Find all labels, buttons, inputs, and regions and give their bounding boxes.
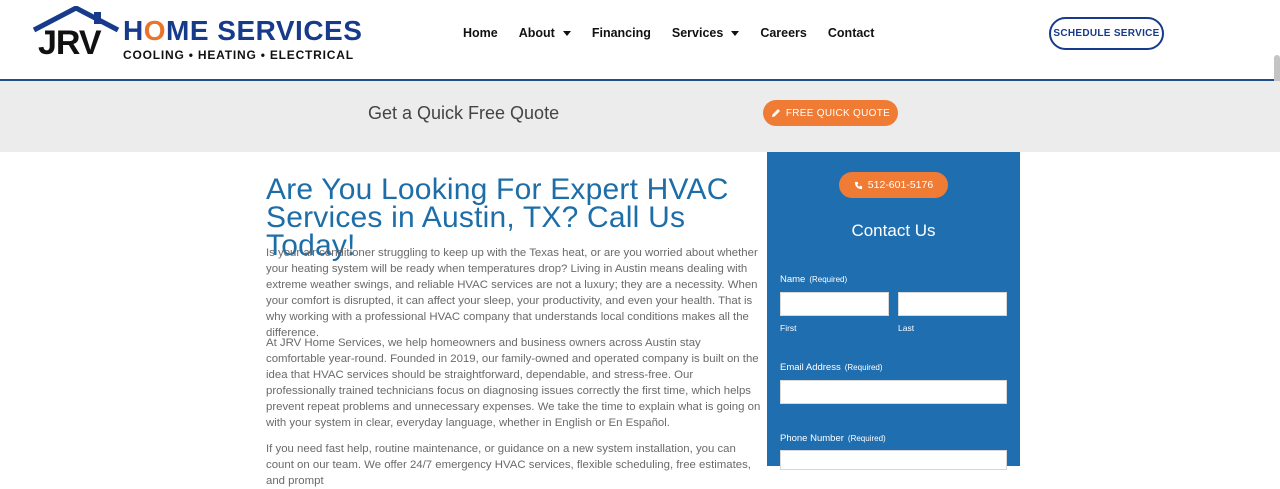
intro-paragraph: Is your air conditioner struggling to ke… — [266, 247, 758, 339]
nav-contact[interactable]: Contact — [828, 26, 875, 40]
phone-icon — [854, 181, 862, 189]
contact-panel: 512-601-5176 Contact Us Name (Required) F… — [767, 152, 1020, 470]
last-name-input[interactable] — [898, 292, 1007, 316]
logo-brand-name: HOME SERVICES — [123, 15, 363, 46]
quote-bar: Get a Quick Free Quote FREE QUICK QUOTE — [0, 81, 1280, 152]
first-sublabel: First — [780, 323, 797, 333]
last-sublabel: Last — [898, 323, 915, 333]
nav-about[interactable]: About — [519, 26, 571, 40]
first-name-input[interactable] — [780, 292, 889, 316]
nav-home[interactable]: Home — [463, 26, 498, 40]
nav-careers[interactable]: Careers — [760, 26, 807, 40]
chevron-down-icon — [731, 30, 740, 36]
schedule-service-button[interactable]: SCHEDULE SERVICE — [1049, 17, 1164, 50]
free-quick-quote-button[interactable]: FREE QUICK QUOTE — [763, 100, 898, 126]
logo[interactable]: JRV HOME SERVICES COOLING • HEATING • EL… — [30, 6, 362, 64]
nav-services[interactable]: Services — [672, 26, 740, 40]
email-label: Email Address (Required) — [780, 362, 883, 373]
site-header: JRV HOME SERVICES COOLING • HEATING • EL… — [0, 0, 1280, 81]
logo-monogram: JRV — [38, 24, 102, 62]
free-quick-quote-label: FREE QUICK QUOTE — [785, 107, 891, 119]
phone-number: 512-601-5176 — [867, 179, 934, 191]
email-field[interactable] — [780, 380, 1007, 404]
services-paragraph: If you need fast help, routine maintenan… — [266, 443, 751, 487]
phone-call-button[interactable]: 512-601-5176 — [839, 172, 948, 198]
quote-bar-text: Get a Quick Free Quote — [368, 103, 560, 123]
main-nav: Home About Financing Services Careers Co… — [463, 26, 895, 40]
pencil-icon — [771, 109, 780, 117]
about-paragraph: At JRV Home Services, we help homeowners… — [266, 337, 761, 429]
contact-title: Contact Us — [851, 221, 936, 240]
name-label: Name (Required) — [780, 274, 848, 285]
logo-tagline: COOLING • HEATING • ELECTRICAL — [123, 48, 354, 62]
phone-field[interactable] — [780, 450, 1007, 470]
chevron-down-icon — [562, 30, 571, 36]
phone-label: Phone Number (Required) — [780, 433, 886, 444]
nav-financing[interactable]: Financing — [592, 26, 651, 40]
